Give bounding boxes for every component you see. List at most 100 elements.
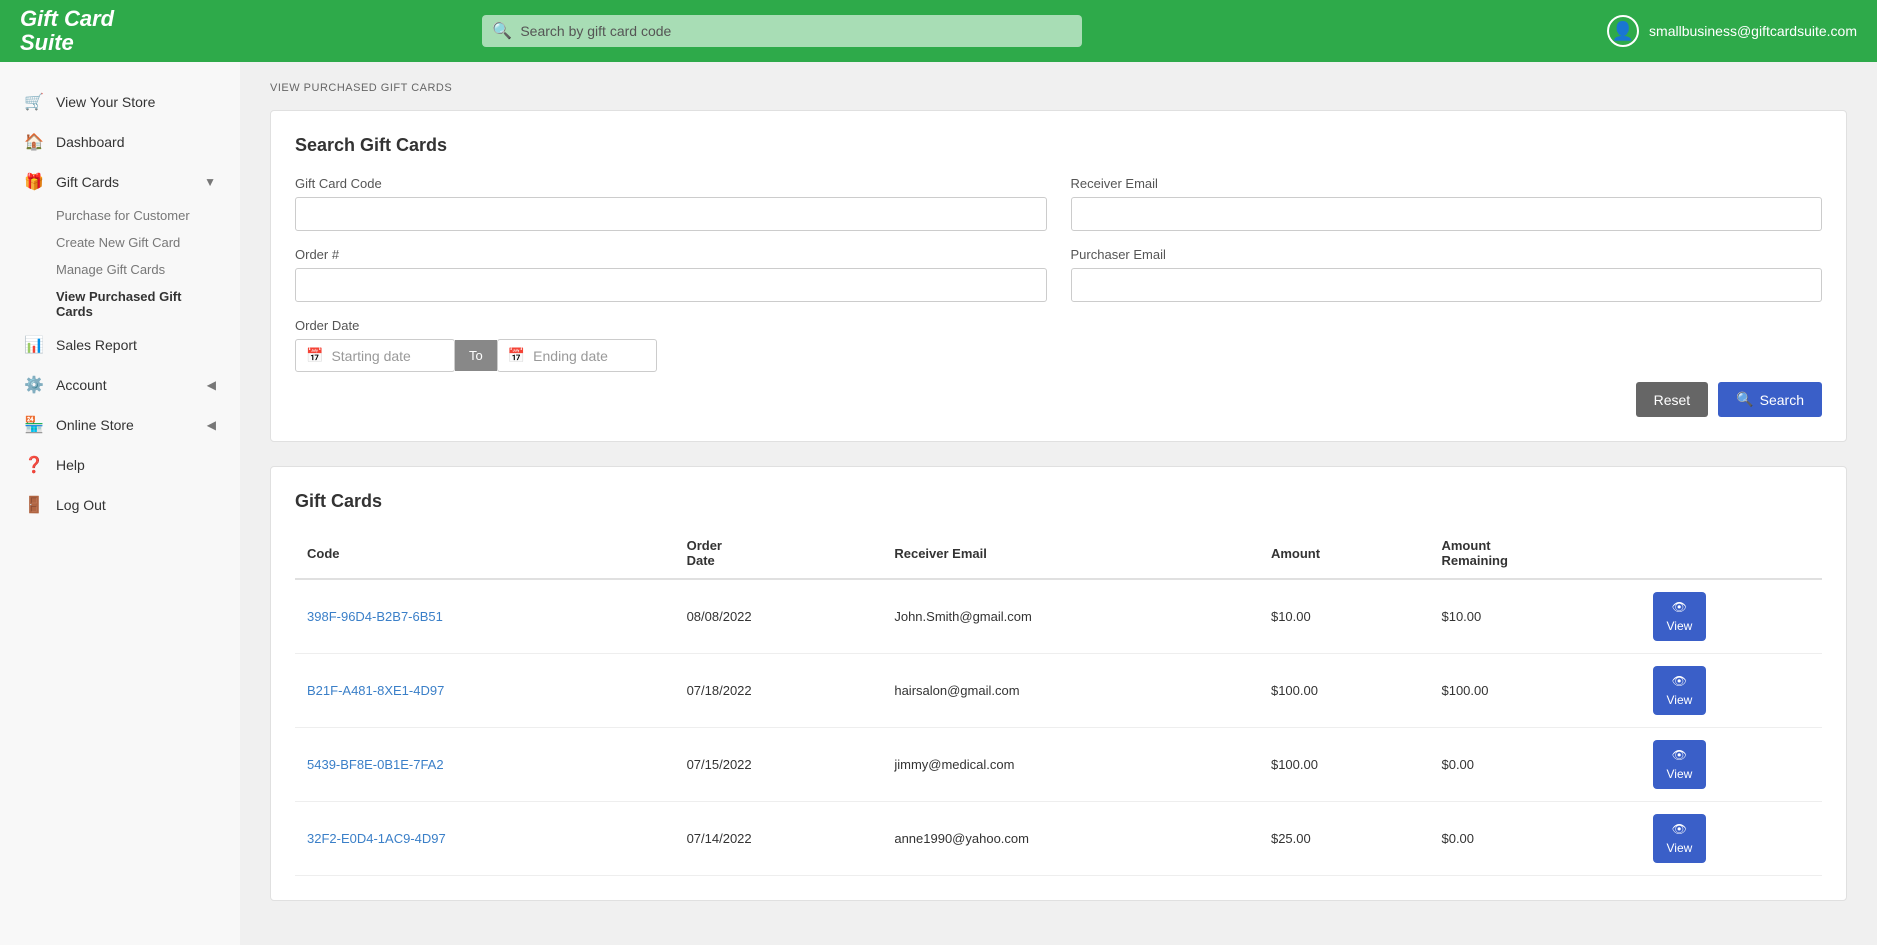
eye-icon-2: 👁	[1672, 748, 1687, 762]
order-number-input[interactable]	[295, 268, 1047, 302]
search-icon: 🔍	[492, 21, 512, 41]
search-button[interactable]: 🔍 Search	[1718, 382, 1822, 417]
ending-date-placeholder: Ending date	[533, 348, 608, 364]
sidebar-item-sales-report[interactable]: 📊 Sales Report	[0, 325, 240, 365]
cell-amount-1: $100.00	[1259, 654, 1430, 728]
code-link-3[interactable]: 32F2-E0D4-1AC9-4D97	[307, 831, 446, 846]
gift-card-code-label: Gift Card Code	[295, 176, 1047, 191]
table-body: 398F-96D4-B2B7-6B51 08/08/2022 John.Smit…	[295, 579, 1822, 876]
sidebar-label-view-store: View Your Store	[56, 94, 155, 110]
user-avatar-icon: 👤	[1607, 15, 1639, 47]
layout: 🛒 View Your Store 🏠 Dashboard 🎁 Gift Car…	[0, 62, 1877, 945]
header-search-input[interactable]	[482, 15, 1082, 47]
col-header-amount-remaining: AmountRemaining	[1429, 528, 1640, 579]
logo: Gift Card Suite	[20, 7, 220, 55]
store-icon: 🏪	[24, 415, 44, 435]
header-search-container: 🔍	[482, 15, 1082, 47]
main-content: VIEW PURCHASED GIFT CARDS Search Gift Ca…	[240, 62, 1877, 945]
cell-receiver-email-2: jimmy@medical.com	[882, 728, 1259, 802]
sidebar-label-log-out: Log Out	[56, 497, 106, 513]
view-button-3[interactable]: 👁 View	[1653, 814, 1707, 863]
table-row: 5439-BF8E-0B1E-7FA2 07/15/2022 jimmy@med…	[295, 728, 1822, 802]
table-row: 32F2-E0D4-1AC9-4D97 07/14/2022 anne1990@…	[295, 802, 1822, 876]
sidebar-subitem-view-purchased-gift-cards[interactable]: View Purchased Gift Cards	[0, 283, 240, 325]
reset-button[interactable]: Reset	[1636, 382, 1709, 417]
ending-date-input[interactable]: 📅 Ending date	[497, 339, 657, 372]
sidebar-item-gift-cards[interactable]: 🎁 Gift Cards ▼	[0, 162, 240, 202]
chart-icon: 📊	[24, 335, 44, 355]
col-header-amount: Amount	[1259, 528, 1430, 579]
breadcrumb: VIEW PURCHASED GIFT CARDS	[270, 82, 1847, 94]
sidebar-item-account[interactable]: ⚙️ Account ◀	[0, 365, 240, 405]
table-title: Gift Cards	[295, 491, 1822, 512]
starting-date-input[interactable]: 📅 Starting date	[295, 339, 455, 372]
cell-amount-0: $10.00	[1259, 579, 1430, 654]
account-arrow: ◀	[207, 378, 216, 392]
gift-card-code-group: Gift Card Code	[295, 176, 1047, 231]
sidebar-item-help[interactable]: ❓ Help	[0, 445, 240, 485]
sidebar-item-online-store[interactable]: 🏪 Online Store ◀	[0, 405, 240, 445]
code-link-2[interactable]: 5439-BF8E-0B1E-7FA2	[307, 757, 444, 772]
sidebar-label-online-store: Online Store	[56, 417, 134, 433]
cell-view-3: 👁 View	[1641, 802, 1823, 876]
cell-order-date-1: 07/18/2022	[675, 654, 883, 728]
cell-code-2: 5439-BF8E-0B1E-7FA2	[295, 728, 675, 802]
receiver-email-input[interactable]	[1071, 197, 1823, 231]
cell-amount-remaining-3: $0.00	[1429, 802, 1640, 876]
view-button-2[interactable]: 👁 View	[1653, 740, 1707, 789]
gift-cards-table: Code OrderDate Receiver Email Amount Amo…	[295, 528, 1822, 876]
cell-order-date-0: 08/08/2022	[675, 579, 883, 654]
cell-amount-3: $25.00	[1259, 802, 1430, 876]
cell-view-0: 👁 View	[1641, 579, 1823, 654]
sidebar-subitem-purchase-for-customer[interactable]: Purchase for Customer	[0, 202, 240, 229]
sidebar-subitem-create-new-gift-card[interactable]: Create New Gift Card	[0, 229, 240, 256]
code-link-0[interactable]: 398F-96D4-B2B7-6B51	[307, 609, 443, 624]
sidebar-label-sales-report: Sales Report	[56, 337, 137, 353]
cell-receiver-email-3: anne1990@yahoo.com	[882, 802, 1259, 876]
purchaser-email-label: Purchaser Email	[1071, 247, 1823, 262]
gear-icon: ⚙️	[24, 375, 44, 395]
col-header-order-date: OrderDate	[675, 528, 883, 579]
eye-icon-0: 👁	[1672, 600, 1687, 614]
search-row-1: Gift Card Code Receiver Email	[295, 176, 1822, 231]
eye-icon-1: 👁	[1672, 674, 1687, 688]
date-input-container: 📅 Starting date To 📅 Ending date	[295, 339, 1822, 372]
sidebar-subitem-manage-gift-cards[interactable]: Manage Gift Cards	[0, 256, 240, 283]
cell-code-0: 398F-96D4-B2B7-6B51	[295, 579, 675, 654]
view-button-1[interactable]: 👁 View	[1653, 666, 1707, 715]
cell-amount-remaining-2: $0.00	[1429, 728, 1640, 802]
sidebar-item-view-store[interactable]: 🛒 View Your Store	[0, 82, 240, 122]
date-to-separator: To	[455, 340, 497, 371]
gift-cards-submenu: Purchase for Customer Create New Gift Ca…	[0, 202, 240, 325]
cell-order-date-3: 07/14/2022	[675, 802, 883, 876]
cell-view-1: 👁 View	[1641, 654, 1823, 728]
gift-card-code-input[interactable]	[295, 197, 1047, 231]
starting-date-placeholder: Starting date	[331, 348, 410, 364]
sidebar-item-dashboard[interactable]: 🏠 Dashboard	[0, 122, 240, 162]
user-email: smallbusiness@giftcardsuite.com	[1649, 23, 1857, 39]
sidebar-item-log-out[interactable]: 🚪 Log Out	[0, 485, 240, 525]
receiver-email-group: Receiver Email	[1071, 176, 1823, 231]
sidebar-label-account: Account	[56, 377, 107, 393]
calendar-icon-end: 📅	[508, 347, 525, 364]
sidebar-label-help: Help	[56, 457, 85, 473]
search-card: Search Gift Cards Gift Card Code Receive…	[270, 110, 1847, 442]
online-store-arrow: ◀	[207, 418, 216, 432]
cell-amount-remaining-0: $10.00	[1429, 579, 1640, 654]
help-icon: ❓	[24, 455, 44, 475]
search-btn-label: Search	[1760, 392, 1804, 408]
view-button-0[interactable]: 👁 View	[1653, 592, 1707, 641]
col-header-actions	[1641, 528, 1823, 579]
table-row: 398F-96D4-B2B7-6B51 08/08/2022 John.Smit…	[295, 579, 1822, 654]
sidebar-label-dashboard: Dashboard	[56, 134, 125, 150]
order-date-label: Order Date	[295, 318, 1822, 333]
cell-code-1: B21F-A481-8XE1-4D97	[295, 654, 675, 728]
table-row: B21F-A481-8XE1-4D97 07/18/2022 hairsalon…	[295, 654, 1822, 728]
receiver-email-label: Receiver Email	[1071, 176, 1823, 191]
sidebar: 🛒 View Your Store 🏠 Dashboard 🎁 Gift Car…	[0, 62, 240, 945]
cell-amount-2: $100.00	[1259, 728, 1430, 802]
purchaser-email-input[interactable]	[1071, 268, 1823, 302]
code-link-1[interactable]: B21F-A481-8XE1-4D97	[307, 683, 444, 698]
calendar-icon-start: 📅	[306, 347, 323, 364]
cell-order-date-2: 07/15/2022	[675, 728, 883, 802]
